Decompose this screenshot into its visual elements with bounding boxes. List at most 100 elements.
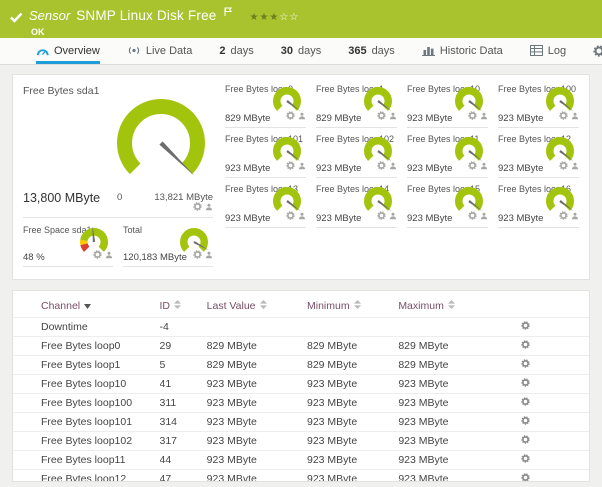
tab-overview[interactable]: Overview [36,38,100,64]
gauge-tile-free-bytes-loop102[interactable]: Free Bytes loop102 923 MByte [316,131,397,178]
bottom-gauges-row: Free Space sda1 48 % Total 120,183 MByte [23,222,213,267]
gear-icon[interactable] [520,321,530,333]
gear-icon[interactable] [520,397,530,409]
person-icon[interactable] [298,107,306,125]
last-value-cell: 829 MByte [206,355,307,375]
gear-icon[interactable] [468,157,477,175]
table-row[interactable]: Free Bytes loop101 314 923 MByte 923 MByte 9… [13,412,589,432]
gauge-tile-free-bytes-loop0[interactable]: Free Bytes loop0 829 MByte [225,81,306,128]
gauge-tile-free-bytes-loop10[interactable]: Free Bytes loop10 923 MByte [407,81,488,128]
person-icon[interactable] [480,207,488,225]
channels-panel: Channel ID Last Value Minimum Maximum Downtim… [12,290,590,482]
person-icon[interactable] [571,157,579,175]
gear-icon[interactable] [377,207,386,225]
maximum-cell: 923 MByte [398,450,509,470]
person-icon[interactable] [298,207,306,225]
tab-historic-data[interactable]: Historic Data [421,38,503,64]
table-row[interactable]: Free Bytes loop1 5 829 MByte 829 MByte 829 M… [13,355,589,375]
gear-icon[interactable] [520,454,530,466]
tab-365-days[interactable]: 365 days [348,38,395,64]
person-icon[interactable] [389,207,397,225]
person-icon[interactable] [298,157,306,175]
column-header-maximum[interactable]: Maximum [398,295,508,318]
gauge-tile-total[interactable]: Total 120,183 MByte [123,222,213,267]
gauge-tile-free-bytes-loop101[interactable]: Free Bytes loop101 923 MByte [225,131,306,178]
minimum-cell [307,317,399,337]
gear-icon[interactable] [468,107,477,125]
table-row[interactable]: Free Bytes loop10 41 923 MByte 923 MByte 923… [13,374,589,394]
channel-cell: Free Bytes loop12 [13,469,160,481]
gauge-tile-main[interactable]: Free Bytes sda1 0 13,821 MByte 13,800 MB… [23,81,213,218]
gauge-tile-free-bytes-loop12[interactable]: Free Bytes loop12 923 MByte [498,131,579,178]
gauge-tile-free-bytes-loop13[interactable]: Free Bytes loop13 923 MByte [225,181,306,228]
gear-icon[interactable] [193,198,202,216]
table-row[interactable]: Free Bytes loop12 47 923 MByte 923 MByte 923… [13,469,589,481]
column-header-last-value[interactable]: Last Value [207,295,307,318]
column-label: Channel [41,299,81,312]
tab-label: Overview [54,44,100,57]
gauge-tile-free-bytes-loop1[interactable]: Free Bytes loop1 829 MByte [316,81,397,128]
gear-icon[interactable] [377,107,386,125]
gear-icon[interactable] [520,359,530,371]
gauge-value: 923 MByte [225,213,271,224]
gauge-tile-free-bytes-loop15[interactable]: Free Bytes loop15 923 MByte [407,181,488,228]
gear-icon[interactable] [520,435,530,447]
channel-settings-cell [508,355,589,375]
tab-30-days[interactable]: 30 days [281,38,322,64]
gauge-tile-free-space-sda1[interactable]: Free Space sda1 48 % [23,222,113,267]
priority-stars[interactable]: ★★★☆☆ [250,12,300,23]
last-value-cell: 923 MByte [206,431,307,451]
person-icon[interactable] [480,107,488,125]
person-icon[interactable] [205,246,213,264]
tab-live-data[interactable]: Live Data [127,38,192,64]
gear-icon[interactable] [286,157,295,175]
channel-settings-cell [508,431,589,451]
table-row[interactable]: Free Bytes loop11 44 923 MByte 923 MByte 923… [13,450,589,470]
gear-icon[interactable] [559,207,568,225]
gear-icon[interactable] [520,378,530,390]
sort-both-icon [353,300,361,312]
gear-icon[interactable] [468,207,477,225]
column-header-minimum[interactable]: Minimum [307,295,398,318]
table-row[interactable]: Free Bytes loop100 311 923 MByte 923 MByte 9… [13,393,589,413]
person-icon[interactable] [389,107,397,125]
last-value-cell: 829 MByte [206,336,307,356]
gear-icon[interactable] [520,416,530,428]
gauge-tile-free-bytes-loop11[interactable]: Free Bytes loop11 923 MByte [407,131,488,178]
column-header-actions [509,295,589,318]
gauge-value: 923 MByte [407,113,453,124]
person-icon[interactable] [571,107,579,125]
tab-label: days [371,44,395,57]
gear-icon[interactable] [286,207,295,225]
gear-icon[interactable] [520,340,530,352]
person-icon[interactable] [571,207,579,225]
table-row[interactable]: Downtime -4 [13,317,589,337]
tab-log[interactable]: Log [529,38,566,64]
gauge-tile-free-bytes-loop14[interactable]: Free Bytes loop14 923 MByte [316,181,397,228]
tab-2-days[interactable]: 2 days [219,38,253,64]
gear-icon[interactable] [559,157,568,175]
tab-number: 2 [219,44,226,57]
gear-icon[interactable] [193,246,202,264]
channel-settings-cell [508,317,589,337]
table-row[interactable]: Free Bytes loop102 317 923 MByte 923 MByte 9… [13,431,589,451]
id-cell: 314 [159,412,207,432]
gear-icon[interactable] [377,157,386,175]
person-icon[interactable] [105,246,113,264]
table-row[interactable]: Free Bytes loop0 29 829 MByte 829 MByte 829 … [13,336,589,356]
column-header-id[interactable]: ID [160,295,207,318]
flag-icon[interactable] [224,3,232,21]
gauge-tile-free-bytes-loop100[interactable]: Free Bytes loop100 923 MByte [498,81,579,128]
gauge-tile-free-bytes-loop16[interactable]: Free Bytes loop16 923 MByte [498,181,579,228]
gear-icon[interactable] [286,107,295,125]
person-icon[interactable] [205,198,213,216]
main-gauge [117,99,205,176]
gauge-value: 829 MByte [316,113,362,124]
column-header-channel[interactable]: Channel [13,295,160,318]
person-icon[interactable] [389,157,397,175]
tab-settings[interactable]: Settings [593,38,602,64]
gear-icon[interactable] [93,246,102,264]
person-icon[interactable] [480,157,488,175]
gear-icon[interactable] [559,107,568,125]
gear-icon[interactable] [520,473,530,481]
